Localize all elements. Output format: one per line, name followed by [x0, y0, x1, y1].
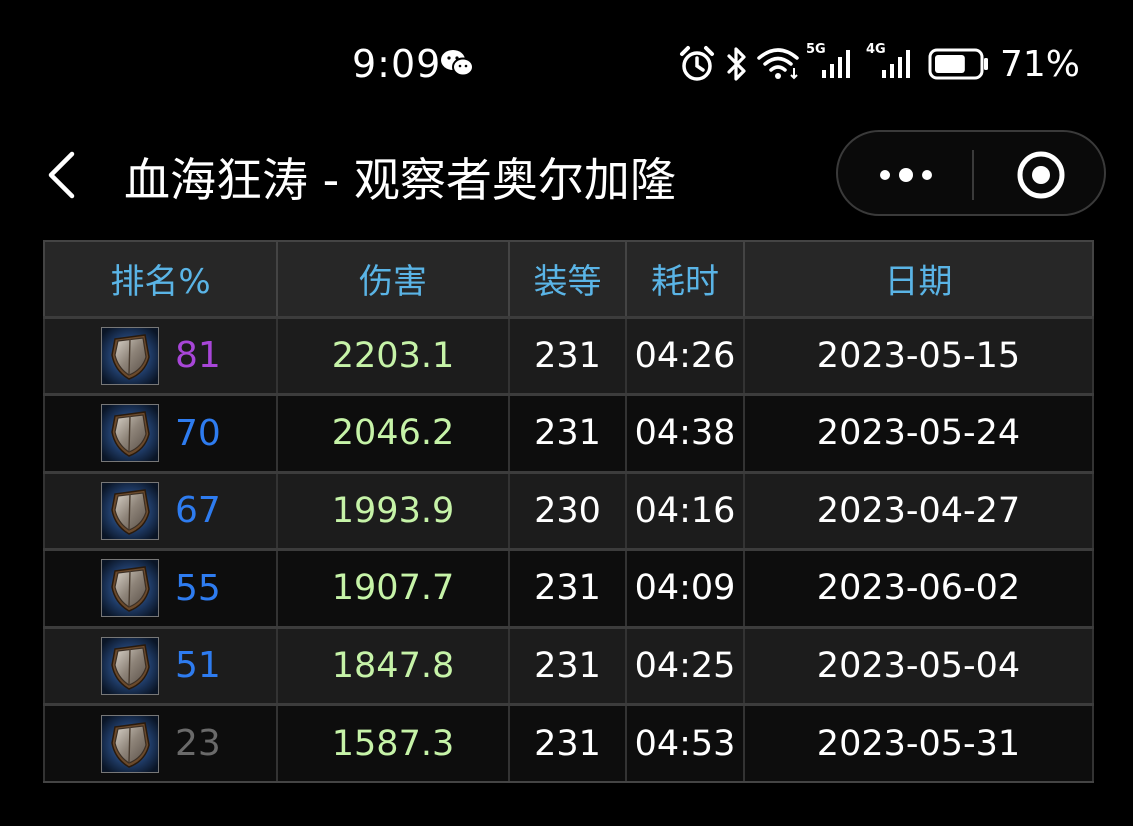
duration-value: 04:09	[625, 548, 745, 627]
signal-bars-icon	[882, 50, 910, 78]
status-bar: 9:09 5G 4G 71%	[0, 0, 1133, 130]
signal-4g: 4G	[866, 42, 918, 84]
header-ilvl[interactable]: 装等	[508, 240, 627, 318]
header-rank[interactable]: 排名%	[43, 240, 278, 318]
date-value: 2023-05-15	[743, 315, 1094, 395]
rank-percent: 70	[175, 412, 221, 454]
protection-shield-icon	[101, 481, 159, 540]
rank-cell: 70	[43, 393, 278, 472]
protection-shield-icon	[101, 404, 159, 463]
item-level-value: 231	[508, 703, 627, 783]
protection-shield-icon	[101, 326, 159, 385]
protection-shield-icon	[101, 714, 159, 773]
rank-cell: 55	[43, 548, 278, 627]
item-level-value: 231	[508, 625, 627, 705]
duration-value: 04:53	[625, 703, 745, 783]
damage-value: 2046.2	[276, 393, 510, 472]
rank-cell: 51	[43, 625, 278, 705]
duration-value: 04:25	[625, 625, 745, 705]
damage-value: 1907.7	[276, 548, 510, 627]
more-dots-icon[interactable]	[876, 162, 936, 188]
table-row[interactable]: 23 1587.3 231 04:53 2023-05-31	[43, 703, 1094, 783]
header-duration[interactable]: 耗时	[625, 240, 745, 318]
date-value: 2023-05-04	[743, 625, 1094, 705]
table-header-row: 排名% 伤害 装等 耗时 日期	[43, 240, 1094, 318]
status-icons: 5G 4G 71%	[678, 42, 1081, 85]
table-row[interactable]: 70 2046.2 231 04:38 2023-05-24	[43, 393, 1094, 472]
item-level-value: 230	[508, 470, 627, 550]
duration-value: 04:26	[625, 315, 745, 395]
close-target-icon[interactable]	[1016, 150, 1066, 200]
damage-value: 1587.3	[276, 703, 510, 783]
table-row[interactable]: 67 1993.9 230 04:16 2023-04-27	[43, 470, 1094, 550]
wifi-icon	[757, 48, 799, 80]
date-value: 2023-04-27	[743, 470, 1094, 550]
signal-5g: 5G	[806, 42, 858, 84]
table-row[interactable]: 55 1907.7 231 04:09 2023-06-02	[43, 548, 1094, 627]
page-title: 血海狂涛 - 观察者奥尔加隆	[124, 153, 676, 207]
header-damage[interactable]: 伤害	[276, 240, 510, 318]
date-value: 2023-06-02	[743, 548, 1094, 627]
signal-bars-icon	[822, 50, 850, 78]
header-date[interactable]: 日期	[743, 240, 1094, 318]
damage-value: 1847.8	[276, 625, 510, 705]
battery-percent: 71%	[1000, 43, 1081, 85]
alarm-icon	[680, 46, 714, 81]
rank-cell: 23	[43, 703, 278, 783]
table-row[interactable]: 51 1847.8 231 04:25 2023-05-04	[43, 625, 1094, 705]
rank-percent: 23	[175, 723, 221, 764]
damage-value: 2203.1	[276, 315, 510, 395]
rank-cell: 81	[43, 315, 278, 395]
table-row[interactable]: 81 2203.1 231 04:26 2023-05-15	[43, 315, 1094, 395]
rank-percent: 81	[175, 335, 221, 377]
item-level-value: 231	[508, 315, 627, 395]
duration-value: 04:16	[625, 470, 745, 550]
ranking-table: 排名% 伤害 装等 耗时 日期 81 2203.1 231 04:26 2023…	[43, 240, 1094, 783]
nav-bar: 血海狂涛 - 观察者奥尔加隆	[0, 130, 1133, 220]
capsule-divider	[972, 150, 974, 200]
mini-program-capsule	[836, 130, 1106, 216]
damage-value: 1993.9	[276, 470, 510, 550]
protection-shield-icon	[101, 559, 159, 618]
protection-shield-icon	[101, 636, 159, 695]
date-value: 2023-05-31	[743, 703, 1094, 783]
date-value: 2023-05-24	[743, 393, 1094, 472]
ranking-table-grid: 排名% 伤害 装等 耗时 日期 81 2203.1 231 04:26 2023…	[43, 240, 1094, 783]
back-chevron-icon[interactable]	[44, 150, 78, 200]
wechat-icon	[441, 50, 474, 77]
rank-percent: 51	[175, 645, 221, 687]
duration-value: 04:38	[625, 393, 745, 472]
rank-percent: 55	[175, 567, 221, 609]
battery-icon	[928, 48, 988, 80]
item-level-value: 231	[508, 393, 627, 472]
bluetooth-icon	[727, 47, 746, 81]
rank-cell: 67	[43, 470, 278, 550]
item-level-value: 231	[508, 548, 627, 627]
status-time: 9:09	[352, 42, 442, 86]
rank-percent: 67	[175, 490, 221, 532]
